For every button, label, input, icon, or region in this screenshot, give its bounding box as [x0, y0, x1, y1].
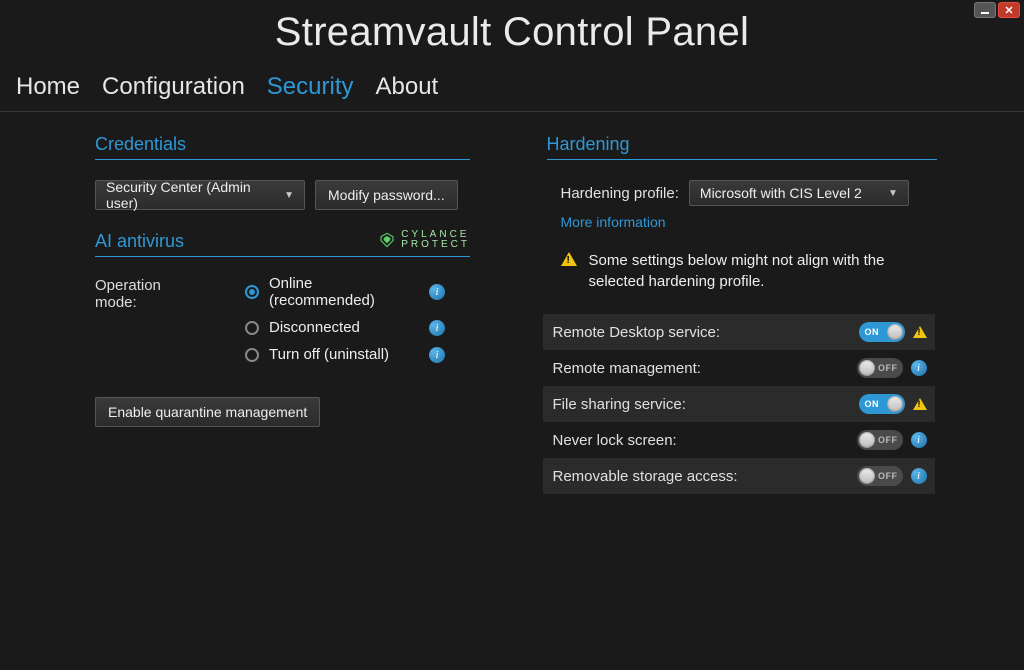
chevron-down-icon: ▼ — [888, 188, 898, 199]
operation-mode-label: Operation mode: — [95, 275, 205, 311]
user-select-value: Security Center (Admin user) — [106, 179, 284, 211]
enable-quarantine-button[interactable]: Enable quarantine management — [95, 397, 320, 427]
radio-online-label: Online (recommended) — [269, 275, 419, 309]
radio-turnoff-label: Turn off (uninstall) — [269, 346, 419, 363]
radio-turnoff[interactable] — [245, 348, 259, 362]
right-column: Hardening Hardening profile: Microsoft w… — [525, 134, 1024, 494]
info-icon[interactable]: i — [429, 347, 445, 363]
toggle-label: Remote Desktop service: — [553, 324, 721, 341]
info-icon[interactable]: i — [429, 320, 445, 336]
toggle-switch[interactable]: OFF — [857, 358, 903, 378]
info-icon[interactable]: i — [911, 468, 927, 484]
toggle-label: Removable storage access: — [553, 468, 738, 485]
hardening-profile-select[interactable]: Microsoft with CIS Level 2 ▼ — [689, 180, 909, 206]
toggle-switch[interactable]: ON — [859, 322, 905, 342]
window-controls — [970, 0, 1024, 20]
tab-security[interactable]: Security — [267, 73, 354, 101]
radio-disconnected[interactable] — [245, 321, 259, 335]
warning-icon — [561, 252, 577, 266]
credentials-title: Credentials — [95, 134, 470, 160]
modify-password-button[interactable]: Modify password... — [315, 180, 458, 210]
info-icon[interactable]: i — [429, 284, 445, 300]
app-title: Streamvault Control Panel — [0, 0, 1024, 55]
hardening-profile-label: Hardening profile: — [561, 185, 679, 202]
operation-mode-radios: Online (recommended) i Disconnected i Tu… — [245, 275, 445, 363]
left-column: Credentials Security Center (Admin user)… — [0, 134, 525, 494]
warning-icon — [913, 326, 927, 338]
toggle-label: File sharing service: — [553, 396, 686, 413]
more-information-link[interactable]: More information — [561, 214, 666, 230]
toggle-row: Remote Desktop service: ON — [543, 314, 935, 350]
toggle-list: Remote Desktop service: ON Remote manageme… — [543, 314, 935, 494]
toggle-switch[interactable]: OFF — [857, 430, 903, 450]
close-button[interactable] — [998, 2, 1020, 18]
toggle-switch[interactable]: OFF — [857, 466, 903, 486]
info-icon[interactable]: i — [911, 360, 927, 376]
toggle-row: Never lock screen: OFF i — [543, 422, 935, 458]
tab-about[interactable]: About — [376, 73, 439, 101]
user-select[interactable]: Security Center (Admin user) ▼ — [95, 180, 305, 210]
minimize-button[interactable] — [974, 2, 996, 18]
hardening-warning-text: Some settings below might not align with… — [589, 250, 945, 292]
radio-online[interactable] — [245, 285, 259, 299]
toggle-label: Remote management: — [553, 360, 701, 377]
toggle-row: Remote management: OFF i — [543, 350, 935, 386]
toggle-row: File sharing service: ON — [543, 386, 935, 422]
hardening-profile-value: Microsoft with CIS Level 2 — [700, 185, 862, 201]
antivirus-title: AI antivirus — [95, 231, 184, 256]
toggle-label: Never lock screen: — [553, 432, 677, 449]
tab-bar: Home Configuration Security About — [0, 55, 1024, 112]
toggle-row: Removable storage access: OFF i — [543, 458, 935, 494]
tab-home[interactable]: Home — [16, 73, 80, 101]
hardening-title: Hardening — [547, 134, 937, 160]
toggle-switch[interactable]: ON — [859, 394, 905, 414]
warning-icon — [913, 398, 927, 410]
chevron-down-icon: ▼ — [284, 190, 294, 201]
info-icon[interactable]: i — [911, 432, 927, 448]
shield-icon — [379, 232, 395, 248]
radio-disconnected-label: Disconnected — [269, 319, 419, 336]
tab-configuration[interactable]: Configuration — [102, 73, 245, 101]
cylance-logo: CYLANCE PROTECT — [379, 230, 470, 256]
